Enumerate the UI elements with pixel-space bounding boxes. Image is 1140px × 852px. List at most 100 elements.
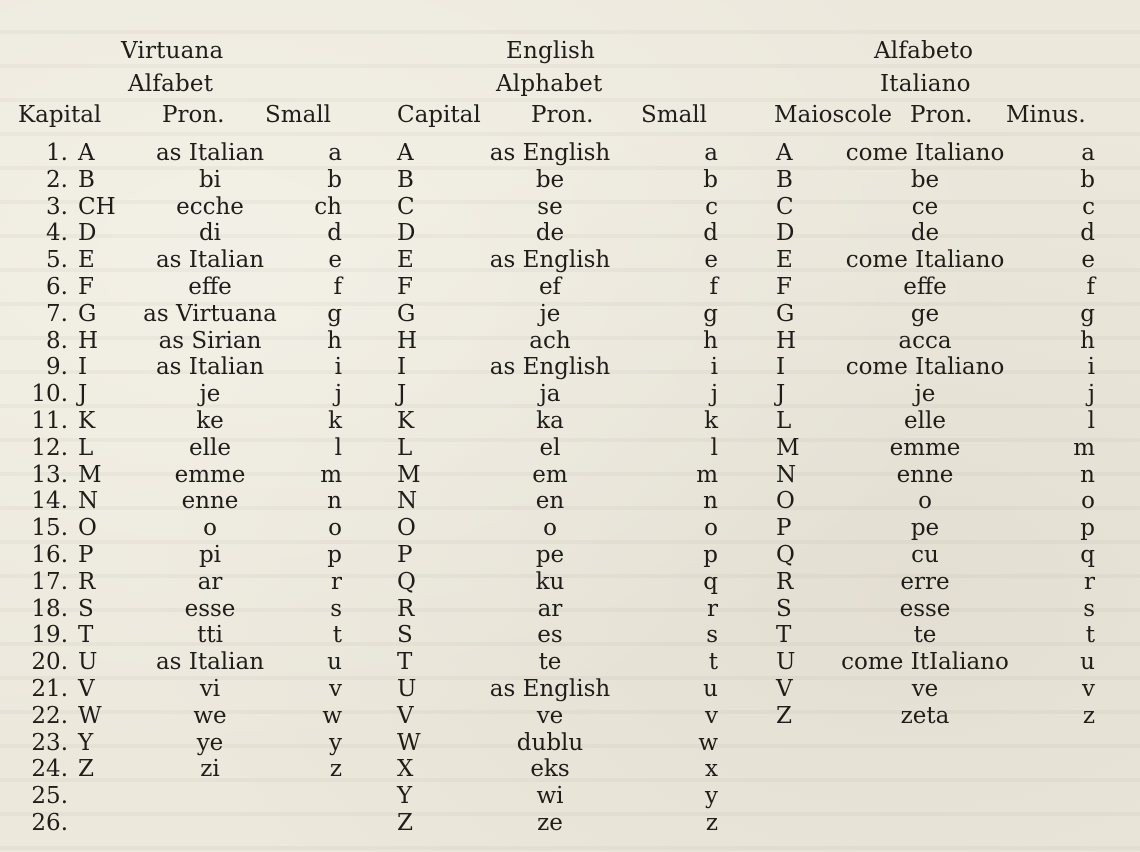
english-cell-capital: Y [397, 783, 413, 810]
italiano-cell-capital: O [776, 488, 795, 515]
virtuana-cell-pron: emme [174, 461, 246, 488]
english-cell-capital: A [397, 140, 414, 166]
virtuana-cell-num: 1. [46, 140, 68, 166]
virtuana-cell-pron: zi [200, 756, 220, 783]
virtuana-header-capital: Kapital [18, 102, 102, 128]
virtuana-cell-small: g [327, 300, 342, 327]
virtuana-cell-num: 20. [31, 649, 68, 676]
english-cell-pron: je [539, 300, 561, 327]
virtuana-cell-capital: J [78, 381, 88, 408]
english-cell-capital: D [397, 220, 416, 247]
italiano-cell-small: r [1084, 568, 1095, 595]
virtuana-cell-capital: N [78, 488, 99, 515]
virtuana-cell-small: v [329, 676, 342, 702]
virtuana-cell-capital: P [78, 542, 94, 568]
english-cell-small: i [710, 354, 718, 381]
italiano-cell-capital: A [776, 140, 793, 166]
italiano-cell-small: q [1080, 542, 1095, 568]
virtuana-cell-small: d [327, 220, 342, 247]
english-title-line1: English [506, 38, 596, 64]
english-cell-pron: ku [535, 568, 565, 595]
english-cell-pron: ka [536, 408, 564, 434]
english-cell-small: j [710, 381, 718, 408]
virtuana-cell-pron: ar [197, 568, 223, 595]
virtuana-cell-small: a [328, 140, 342, 166]
virtuana-cell-pron: esse [184, 595, 236, 622]
english-cell-capital: G [397, 300, 416, 327]
italiano-cell-pron: ve [911, 676, 939, 702]
english-cell-capital: U [397, 676, 417, 702]
english-cell-pron: el [539, 434, 561, 461]
italiano-cell-capital: S [776, 595, 792, 622]
virtuana-cell-pron: di [198, 220, 222, 247]
italiano-cell-small: g [1080, 300, 1095, 327]
virtuana-cell-num: 25. [31, 783, 68, 810]
english-cell-pron: as English [489, 247, 611, 274]
english-cell-pron: ze [537, 810, 563, 836]
virtuana-cell-num: 10. [31, 381, 68, 408]
italiano-cell-small: s [1083, 595, 1095, 622]
virtuana-cell-small: f [333, 274, 342, 300]
english-cell-pron: as English [489, 140, 611, 166]
english-cell-small: w [698, 729, 718, 756]
virtuana-cell-num: 13. [31, 461, 68, 488]
english-cell-capital: P [397, 542, 413, 568]
virtuana-header-small: Small [265, 102, 331, 128]
italiano-cell-small: n [1080, 461, 1095, 488]
virtuana-cell-num: 16. [31, 542, 68, 568]
italiano-cell-capital: L [776, 408, 792, 434]
english-cell-capital: V [397, 702, 414, 729]
virtuana-cell-num: 11. [31, 408, 68, 434]
english-cell-small: z [705, 810, 718, 836]
english-cell-capital: I [397, 354, 407, 381]
italiano-header-pron: Pron. [910, 102, 973, 128]
virtuana-cell-num: 19. [31, 622, 68, 649]
english-cell-small: k [704, 408, 718, 434]
italiano-cell-pron: effe [903, 274, 947, 300]
virtuana-cell-capital: CH [78, 193, 116, 220]
english-cell-capital: S [397, 622, 413, 649]
virtuana-cell-num: 17. [31, 568, 68, 595]
italiano-cell-pron: come ItIaliano [841, 649, 1009, 676]
italiano-cell-pron: o [918, 488, 932, 515]
italiano-cell-pron: come Italiano [845, 140, 1005, 166]
italiano-cell-small: f [1086, 274, 1095, 300]
virtuana-cell-num: 24. [31, 756, 68, 783]
english-header-pron: Pron. [531, 102, 594, 128]
italiano-header-small: Minus. [1006, 102, 1086, 128]
virtuana-cell-num: 15. [31, 515, 68, 542]
italiano-title-line2: Italiano [880, 71, 971, 97]
virtuana-cell-capital: Y [78, 729, 94, 756]
virtuana-cell-pron: we [193, 702, 227, 729]
virtuana-cell-small: b [327, 166, 342, 193]
english-cell-pron: ef [538, 274, 562, 300]
virtuana-cell-num: 23. [31, 729, 68, 756]
english-cell-small: c [705, 193, 718, 220]
virtuana-cell-capital: E [78, 247, 95, 274]
italiano-cell-pron: erre [900, 568, 950, 595]
virtuana-cell-capital: M [78, 461, 102, 488]
english-cell-pron: en [535, 488, 565, 515]
virtuana-cell-pron: as Italian [155, 354, 265, 381]
english-cell-capital: O [397, 515, 416, 542]
virtuana-cell-capital: G [78, 300, 97, 327]
english-cell-small: b [703, 166, 718, 193]
italiano-cell-pron: pe [910, 515, 940, 542]
italiano-cell-small: p [1080, 515, 1095, 542]
english-cell-capital: H [397, 327, 418, 354]
english-cell-capital: F [397, 274, 413, 300]
virtuana-cell-pron: as Italian [155, 140, 265, 166]
italiano-cell-small: l [1087, 408, 1095, 434]
italiano-cell-capital: U [776, 649, 796, 676]
virtuana-cell-small: u [327, 649, 342, 676]
english-cell-pron: dublu [516, 729, 584, 756]
virtuana-cell-small: n [327, 488, 342, 515]
italiano-header-capital: Maioscole [774, 102, 892, 128]
italiano-cell-small: m [1073, 434, 1095, 461]
english-cell-pron: ve [536, 702, 564, 729]
virtuana-cell-capital: D [78, 220, 97, 247]
italiano-cell-small: o [1081, 488, 1095, 515]
italiano-cell-small: v [1082, 676, 1095, 702]
virtuana-cell-num: 7. [46, 300, 68, 327]
english-cell-small: x [705, 756, 718, 783]
